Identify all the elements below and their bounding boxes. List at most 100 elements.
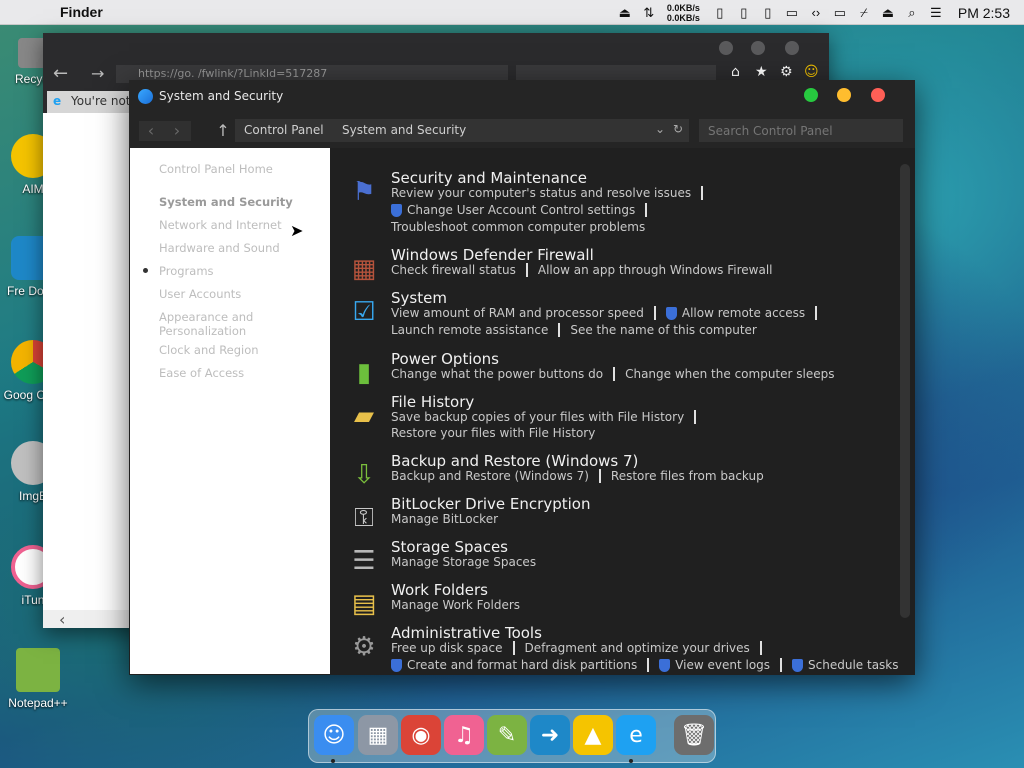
nav-item-ease-of-access[interactable]: Ease of Access bbox=[159, 366, 244, 380]
refresh-icon[interactable]: ↻ bbox=[673, 122, 683, 136]
search-input[interactable] bbox=[699, 119, 903, 142]
desktop-icon-notepad-plus-plus[interactable]: Notepad++ bbox=[3, 648, 73, 710]
task-link[interactable]: Schedule tasks bbox=[808, 658, 898, 672]
vertical-scrollbar[interactable] bbox=[900, 164, 910, 618]
menubar-clock[interactable]: PM 2:53 bbox=[958, 5, 1010, 21]
window-title-bar[interactable]: System and Security bbox=[129, 80, 915, 114]
task-link[interactable]: Change User Account Control settings bbox=[407, 203, 635, 217]
task-link[interactable]: Troubleshoot common computer problems bbox=[391, 220, 645, 234]
address-bar[interactable]: Control Panel System and Security ⌄ ↻ bbox=[235, 119, 689, 142]
work-folders-icon: ▤ bbox=[351, 589, 377, 619]
breadcrumb-control-panel[interactable]: Control Panel bbox=[244, 123, 324, 137]
category-title[interactable]: Power Options bbox=[391, 350, 499, 368]
forward-arrow-icon[interactable]: → bbox=[91, 64, 104, 83]
task-link[interactable]: Review your computer's status and resolv… bbox=[391, 186, 691, 200]
device-icon[interactable]: ▯ bbox=[708, 0, 732, 25]
dock-itunes-icon[interactable]: ♫ bbox=[444, 715, 484, 755]
dock-chrome-icon[interactable]: ◉ bbox=[401, 715, 441, 755]
system-monitor-icon: ☑ bbox=[352, 297, 376, 327]
uac-shield-icon bbox=[665, 306, 677, 320]
forward-icon[interactable]: › bbox=[167, 121, 187, 141]
nav-item-appearance-and-personalization[interactable]: Appearance and Personalization bbox=[159, 310, 279, 338]
dock-finder-icon[interactable]: ☺ bbox=[314, 715, 354, 755]
task-link[interactable]: View amount of RAM and processor speed bbox=[391, 306, 644, 320]
task-link[interactable]: Restore files from backup bbox=[611, 469, 764, 483]
sync-icon[interactable]: ⇅ bbox=[637, 0, 661, 25]
task-link[interactable]: Manage Work Folders bbox=[391, 598, 520, 612]
nav-item-clock-and-region[interactable]: Clock and Region bbox=[159, 343, 259, 357]
browser-window-button[interactable] bbox=[719, 41, 733, 55]
home-icon[interactable]: ⌂ bbox=[731, 64, 740, 80]
dock-launchpad-icon[interactable]: ▦ bbox=[358, 715, 398, 755]
task-link[interactable]: Allow an app through Windows Firewall bbox=[538, 263, 773, 277]
category-title[interactable]: Security and Maintenance bbox=[391, 169, 587, 187]
nav-item-network-and-internet[interactable]: Network and Internet bbox=[159, 218, 282, 232]
task-link[interactable]: Defragment and optimize your drives bbox=[525, 641, 750, 655]
wifi-off-icon[interactable]: ⌿ bbox=[852, 0, 876, 25]
task-link[interactable]: Change what the power buttons do bbox=[391, 367, 603, 381]
nav-item-programs[interactable]: Programs bbox=[159, 264, 214, 278]
nav-item-system-and-security[interactable]: System and Security bbox=[159, 195, 293, 209]
smiley-icon[interactable]: ☺ bbox=[804, 64, 819, 80]
back-icon[interactable]: ‹ bbox=[141, 121, 161, 141]
category-title[interactable]: Backup and Restore (Windows 7) bbox=[391, 452, 638, 470]
task-link[interactable]: View event logs bbox=[675, 658, 770, 672]
task-link[interactable]: Free up disk space bbox=[391, 641, 503, 655]
bitlocker-key-icon: ⚿ bbox=[354, 502, 374, 533]
dock-trash-icon[interactable]: 🗑 bbox=[674, 715, 714, 755]
control-panel-window[interactable]: System and Security ‹ › ↑ Control Panel … bbox=[129, 80, 915, 675]
nav-item-hardware-and-sound[interactable]: Hardware and Sound bbox=[159, 241, 280, 255]
category-title[interactable]: Work Folders bbox=[391, 581, 488, 599]
dock-internet-explorer-icon[interactable]: e bbox=[616, 715, 656, 755]
browser-horizontal-scrollbar[interactable]: ‹ bbox=[43, 610, 131, 629]
breadcrumb-system-and-security[interactable]: System and Security bbox=[342, 123, 466, 137]
dock-aim-icon[interactable]: ▲ bbox=[573, 715, 613, 755]
active-app-name[interactable]: Finder bbox=[60, 4, 103, 20]
close-button[interactable] bbox=[871, 88, 885, 102]
search-icon[interactable]: ⌕ bbox=[900, 0, 924, 25]
dock-notepad-plus-plus-icon[interactable]: ✎ bbox=[487, 715, 527, 755]
phone-icon[interactable]: ▯ bbox=[732, 0, 756, 25]
control-center-icon[interactable]: ☰ bbox=[924, 0, 948, 25]
category-title[interactable]: Storage Spaces bbox=[391, 538, 508, 556]
net-up-speed: 0.0KB/s bbox=[666, 2, 700, 13]
maximize-button[interactable] bbox=[804, 88, 818, 102]
upload-icon[interactable]: ⏏ bbox=[613, 0, 637, 25]
eject-icon[interactable]: ⏏ bbox=[876, 0, 900, 25]
category-title[interactable]: System bbox=[391, 289, 447, 307]
task-link[interactable]: Manage Storage Spaces bbox=[391, 555, 536, 569]
category-title[interactable]: Administrative Tools bbox=[391, 624, 542, 642]
task-link[interactable]: Restore your files with File History bbox=[391, 426, 595, 440]
task-link[interactable]: Launch remote assistance bbox=[391, 323, 548, 337]
task-link[interactable]: Save backup copies of your files with Fi… bbox=[391, 410, 684, 424]
task-link[interactable]: Allow remote access bbox=[682, 306, 805, 320]
backup-icon: ⇩ bbox=[353, 460, 375, 490]
task-link[interactable]: Check firewall status bbox=[391, 263, 516, 277]
control-panel-home-link[interactable]: Control Panel Home bbox=[159, 162, 273, 176]
star-icon[interactable]: ★ bbox=[755, 64, 768, 80]
category-title[interactable]: Windows Defender Firewall bbox=[391, 246, 594, 264]
display-icon[interactable]: ▭ bbox=[828, 0, 852, 25]
up-arrow-icon[interactable]: ↑ bbox=[213, 121, 233, 141]
nav-item-user-accounts[interactable]: User Accounts bbox=[159, 287, 241, 301]
gear-icon[interactable]: ⚙ bbox=[780, 64, 793, 80]
category-title[interactable]: BitLocker Drive Encryption bbox=[391, 495, 590, 513]
chevron-down-icon[interactable]: ⌄ bbox=[655, 122, 665, 136]
task-link[interactable]: Change when the computer sleeps bbox=[625, 367, 834, 381]
network-speed[interactable]: 0.0KB/s 0.0KB/s bbox=[667, 3, 700, 23]
battery-icon[interactable]: ▭ bbox=[780, 0, 804, 25]
browser-window-button[interactable] bbox=[751, 41, 765, 55]
browser-window-button[interactable] bbox=[785, 41, 799, 55]
back-arrow-icon[interactable]: ← bbox=[53, 63, 68, 84]
task-link[interactable]: Backup and Restore (Windows 7) bbox=[391, 469, 589, 483]
file-history-icon: ▰ bbox=[354, 401, 374, 431]
tablet-icon[interactable]: ▯ bbox=[756, 0, 780, 25]
scroll-left-icon[interactable]: ‹ bbox=[59, 610, 65, 629]
code-icon[interactable]: ‹› bbox=[804, 0, 828, 25]
category-title[interactable]: File History bbox=[391, 393, 474, 411]
task-link[interactable]: Manage BitLocker bbox=[391, 512, 498, 526]
dock-free-download-manager-icon[interactable]: ➜ bbox=[530, 715, 570, 755]
minimize-button[interactable] bbox=[837, 88, 851, 102]
task-link[interactable]: See the name of this computer bbox=[570, 323, 757, 337]
task-link[interactable]: Create and format hard disk partitions bbox=[407, 658, 637, 672]
